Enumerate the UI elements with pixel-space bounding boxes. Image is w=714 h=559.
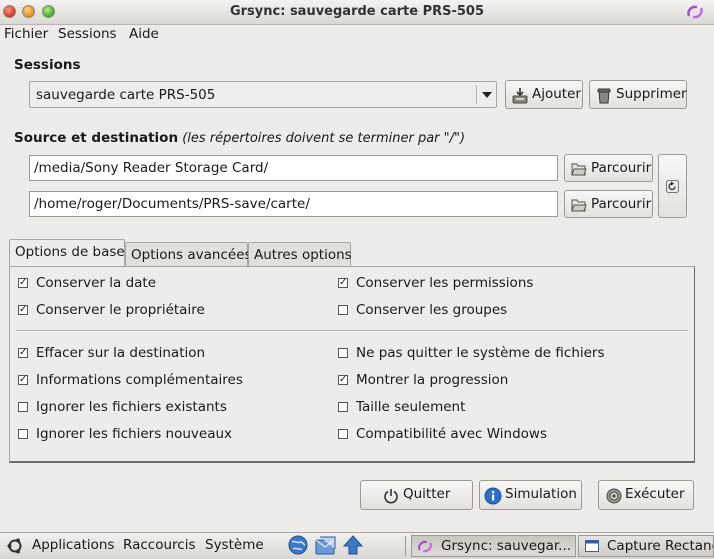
source-dest-note: (les répertoires doivent se terminer par… — [182, 131, 466, 146]
browse-source-button[interactable]: Parcourir — [564, 154, 653, 182]
checkbox-taille-seulement[interactable] — [338, 402, 348, 412]
label-conserver-groupes: Conserver les groupes — [356, 302, 508, 318]
taskbar-task-capture[interactable]: Capture Rectang — [578, 535, 714, 557]
tab-autres-options[interactable]: Autres options — [248, 242, 352, 266]
title-bar[interactable]: Grsync: sauvegarde carte PRS-505 — [0, 0, 714, 25]
options-separator — [16, 330, 688, 332]
chevron-down-icon[interactable] — [482, 92, 492, 98]
source-dest-heading-row: Source et destination (les répertoires d… — [14, 130, 465, 146]
simulation-label: Simulation — [505, 486, 577, 502]
window-icon — [585, 540, 599, 552]
session-select-value: sauvegarde carte PRS-505 — [36, 87, 216, 103]
window-title: Grsync: sauvegarde carte PRS-505 — [229, 4, 485, 19]
checkbox-compatibilite-windows[interactable] — [338, 429, 348, 439]
taskbar-menu-systeme[interactable]: Système — [205, 537, 264, 553]
menu-bar: Fichier Sessions Aide — [0, 24, 714, 46]
taskbar-task-capture-label: Capture Rectang — [607, 538, 714, 554]
menu-aide[interactable]: Aide — [129, 26, 159, 42]
execute-gear-icon — [606, 488, 622, 504]
update-arrow-icon[interactable] — [343, 535, 363, 555]
combo-separator — [476, 85, 477, 104]
label-ignorer-nouveaux: Ignorer les fichiers nouveaux — [36, 426, 233, 442]
browse-destination-button[interactable]: Parcourir — [564, 190, 653, 218]
label-conserver-permissions: Conserver les permissions — [356, 275, 534, 291]
add-disk-icon — [512, 88, 528, 104]
taskbar-menu-applications[interactable]: Applications — [32, 537, 114, 553]
swap-icon — [666, 180, 679, 193]
checkbox-ignorer-existants[interactable] — [18, 402, 28, 412]
taskbar-task-grsync-label: Grsync: sauvegar... — [441, 538, 572, 554]
source-path-value: /media/Sony Reader Storage Card/ — [34, 160, 269, 176]
taskbar-menu-raccourcis[interactable]: Raccourcis — [123, 537, 195, 553]
label-informations-complementaires: Informations complémentaires — [36, 372, 243, 388]
folder-open-icon — [571, 199, 587, 212]
email-client-icon[interactable] — [315, 535, 337, 555]
checkbox-informations-complementaires[interactable]: ✓ — [18, 375, 28, 385]
source-dest-heading: Source et destination — [14, 130, 179, 146]
source-path-input[interactable]: /media/Sony Reader Storage Card/ — [29, 155, 558, 181]
label-ignorer-existants: Ignorer les fichiers existants — [36, 399, 227, 415]
session-select[interactable]: sauvegarde carte PRS-505 — [29, 81, 497, 108]
checkbox-conserver-permissions[interactable]: ✓ — [338, 278, 348, 288]
delete-session-label: Supprimer — [616, 86, 687, 102]
label-effacer-destination: Effacer sur la destination — [36, 345, 206, 361]
menu-fichier[interactable]: Fichier — [4, 26, 48, 42]
checkbox-montrer-progression[interactable]: ✓ — [338, 375, 348, 385]
quit-button[interactable]: Quitter — [360, 480, 473, 510]
grsync-app-icon — [418, 540, 432, 553]
checkbox-ne-pas-quitter-fs[interactable] — [338, 348, 348, 358]
label-montrer-progression: Montrer la progression — [356, 372, 509, 388]
quit-label: Quitter — [403, 486, 451, 502]
ubuntu-logo-icon[interactable] — [6, 537, 24, 555]
label-conserver-proprietaire: Conserver le propriétaire — [36, 302, 205, 318]
label-compatibilite-windows: Compatibilité avec Windows — [356, 426, 547, 442]
add-session-button[interactable]: Ajouter — [505, 80, 583, 109]
label-taille-seulement: Taille seulement — [356, 399, 466, 415]
grsync-app-icon — [687, 5, 703, 19]
folder-open-icon — [571, 163, 587, 176]
taskbar-task-grsync[interactable]: Grsync: sauvegar... — [411, 535, 576, 557]
checkbox-effacer-destination[interactable]: ✓ — [18, 348, 28, 358]
label-ne-pas-quitter-fs: Ne pas quitter le système de fichiers — [356, 345, 605, 361]
checkbox-conserver-date[interactable]: ✓ — [18, 278, 28, 288]
tab-options-avancees[interactable]: Options avancées — [125, 242, 252, 266]
web-browser-icon[interactable] — [288, 535, 308, 555]
info-icon — [484, 487, 502, 505]
execute-button[interactable]: Exécuter — [598, 480, 694, 510]
sessions-heading: Sessions — [14, 57, 81, 73]
browse-source-label: Parcourir — [591, 160, 652, 176]
simulation-button[interactable]: Simulation — [479, 480, 582, 510]
browse-destination-label: Parcourir — [591, 196, 652, 212]
swap-source-destination-button[interactable] — [658, 154, 687, 218]
destination-path-input[interactable]: /home/roger/Documents/PRS-save/carte/ — [29, 191, 558, 217]
checkbox-conserver-groupes[interactable] — [338, 305, 348, 315]
menu-sessions[interactable]: Sessions — [58, 26, 117, 42]
add-session-label: Ajouter — [532, 86, 581, 102]
tab-options-de-base[interactable]: Options de base — [9, 239, 125, 267]
trash-icon — [597, 88, 611, 104]
taskbar-separator — [405, 536, 406, 556]
checkbox-ignorer-nouveaux[interactable] — [18, 429, 28, 439]
execute-label: Exécuter — [625, 486, 685, 502]
delete-session-button[interactable]: Supprimer — [589, 80, 687, 109]
checkbox-conserver-proprietaire[interactable]: ✓ — [18, 305, 28, 315]
label-conserver-date: Conserver la date — [36, 275, 157, 291]
power-icon — [384, 489, 398, 504]
destination-path-value: /home/roger/Documents/PRS-save/carte/ — [34, 196, 310, 212]
